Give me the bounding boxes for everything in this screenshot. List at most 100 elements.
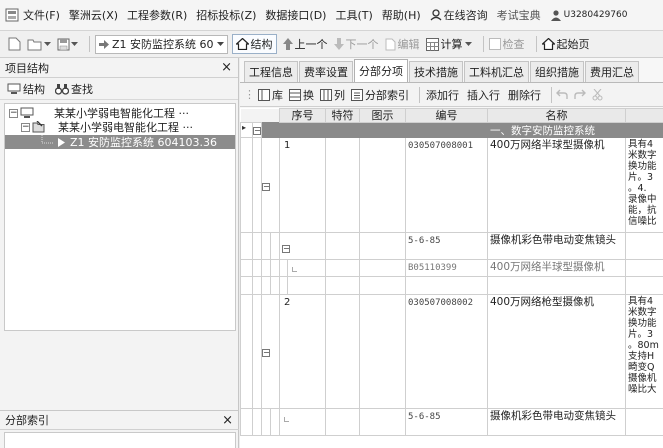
chevron-down-icon[interactable] [44, 41, 51, 47]
menu-help[interactable]: 帮助(H) [382, 7, 421, 23]
cut-icon[interactable] [592, 88, 603, 101]
row-code[interactable]: 030507008001 [405, 137, 488, 233]
section-row[interactable]: ▸ − 一、数字安防监控系统 [240, 122, 663, 138]
menu-bidding[interactable]: 招标投标(Z) [196, 7, 256, 23]
row-feature[interactable]: 具有4 米数字 换功能 片。3 。4. 录像中 能，抗 信噪比 [625, 137, 663, 233]
collapse-icon[interactable]: − [253, 127, 261, 135]
row-code[interactable]: 5-6-85 [405, 232, 488, 260]
toolbar-grip: ⋮ [244, 88, 255, 101]
swap-button[interactable]: 换 [289, 87, 314, 103]
column-header-seq[interactable]: 序号 [279, 108, 326, 123]
close-icon[interactable]: × [221, 60, 232, 75]
tab-cost-summary[interactable]: 费用汇总 [585, 61, 639, 82]
row-pointer-icon: ▸ [240, 122, 253, 138]
column-header-name[interactable]: 名称 [487, 108, 626, 123]
close-icon[interactable]: × [222, 413, 233, 428]
project-selector[interactable]: Z1 安防监控系统 60 [95, 34, 228, 54]
toolbar-divider [89, 36, 90, 52]
undo-icon[interactable] [556, 89, 568, 100]
previous-button[interactable]: 上一个 [282, 36, 328, 52]
row-name[interactable]: 摄像机彩色带电动变焦镜头 [487, 408, 626, 436]
computer-icon [7, 83, 21, 95]
collapse-icon[interactable]: − [262, 349, 270, 357]
row-code[interactable]: B05110399 [405, 259, 488, 277]
next-button[interactable]: 下一个 [333, 36, 379, 52]
menu-project-params[interactable]: 工程参数(R) [127, 7, 187, 23]
table-row[interactable]: − 5-6-85 摄像机彩色带电动变焦镜头 [240, 232, 663, 260]
table-row[interactable]: 5-6-85 摄像机彩色带电动变焦镜头 [240, 408, 663, 436]
tab-division-items[interactable]: 分部分项 [354, 59, 408, 82]
tree-node-subproject[interactable]: − 某某小学弱电智能化工程 ··· [5, 120, 235, 134]
tab-strip: 工程信息 费率设置 分部分项 技术措施 工料机汇总 组织措施 费用汇总 [240, 58, 663, 83]
collapse-icon[interactable]: − [9, 108, 18, 118]
chevron-down-icon [464, 41, 472, 47]
start-page-button[interactable]: 起始页 [541, 36, 590, 52]
tab-technical-measures[interactable]: 技术措施 [409, 61, 463, 82]
tab-organization-measures[interactable]: 组织措施 [530, 61, 584, 82]
chevron-down-icon[interactable] [71, 41, 78, 47]
row-code[interactable]: 030507008002 [405, 294, 488, 409]
open-folder-icon[interactable] [27, 38, 43, 51]
table-row[interactable]: − 1 030507008001 400万网络半球型摄像机 具有4 米数字 换功… [240, 137, 663, 233]
row-name[interactable]: 400万网络半球型摄像机 [487, 137, 626, 233]
check-button[interactable]: 检查 [488, 36, 525, 52]
tree-node-security-system[interactable]: Z1 安防监控系统 604103.36 [5, 135, 235, 149]
tree-connector-icon [292, 267, 297, 272]
library-icon [258, 88, 270, 101]
structure-button[interactable]: 结构 [231, 34, 277, 54]
menu-online-consult[interactable]: 在线咨询 [430, 7, 488, 23]
collapse-icon[interactable]: − [282, 245, 290, 253]
tree-connector-icon [39, 135, 55, 149]
grid-header-row: 序号 特符 图示 编号 名称 [240, 108, 663, 123]
edit-button[interactable]: 编辑 [385, 36, 420, 52]
toolbar-divider [419, 86, 420, 103]
tab-project-info[interactable]: 工程信息 [244, 61, 298, 82]
tab-rate-settings[interactable]: 费率设置 [299, 61, 353, 82]
tab-material-summary[interactable]: 工料机汇总 [464, 61, 529, 82]
binoculars-icon [55, 83, 69, 95]
column-header-special[interactable]: 特符 [325, 108, 360, 123]
collapse-icon[interactable]: − [21, 122, 30, 132]
column-button[interactable]: 列 [320, 87, 345, 103]
new-file-icon[interactable] [8, 37, 21, 51]
menu-cloud[interactable]: 擎洲云(X) [69, 7, 118, 23]
division-index-list [4, 432, 236, 448]
calculate-button[interactable]: 计算 [425, 36, 472, 52]
menu-file[interactable]: 文件(F) [23, 7, 60, 23]
redo-icon[interactable] [574, 89, 586, 100]
toolbar-divider [535, 36, 537, 52]
library-button[interactable]: 库 [258, 87, 283, 103]
tree-node-root[interactable]: − 某某小学弱电智能化工程 ··· [5, 106, 235, 120]
collapse-icon[interactable]: − [262, 182, 270, 191]
home-icon [235, 38, 249, 50]
structure-view-button[interactable]: 结构 [7, 81, 45, 97]
menu-exam-guide[interactable]: 考试宝典 [497, 7, 541, 23]
table-row[interactable]: B05110399 400万网络半球型摄像机 [240, 259, 663, 277]
division-index-button[interactable]: 分部索引 [351, 87, 409, 103]
check-doc-icon [488, 38, 501, 50]
edit-doc-icon [385, 38, 396, 51]
add-row-button[interactable]: 添加行 [424, 87, 459, 103]
grid-toolbar: ⋮ 库 换 列 分部索引 添加行 插入行 删除行 [240, 83, 663, 107]
row-code[interactable]: 5-6-85 [405, 408, 488, 436]
row-name[interactable]: 摄像机彩色带电动变焦镜头 [487, 232, 626, 260]
column-header-code[interactable]: 编号 [405, 108, 488, 123]
delete-row-button[interactable]: 删除行 [506, 87, 541, 103]
project-selector-value: Z1 安防监控系统 60 [112, 38, 214, 51]
column-header-diagram[interactable]: 图示 [359, 108, 406, 123]
column-header-feature[interactable] [625, 108, 663, 123]
menu-tools[interactable]: 工具(T) [335, 7, 372, 23]
save-icon[interactable] [57, 38, 70, 51]
row-feature[interactable]: 具有4 米数字 换功能 片。3 。80m 支持H 畸变Q 摄像机 噪比大 [625, 294, 663, 409]
panel-title: 项目结构 [5, 61, 49, 75]
find-button[interactable]: 查找 [55, 81, 93, 97]
section-title: 一、数字安防监控系统 [487, 122, 626, 138]
insert-row-button[interactable]: 插入行 [465, 87, 500, 103]
toolbar-divider [482, 36, 484, 52]
structure-tools: 结构 查找 [0, 78, 238, 100]
menu-user-account[interactable]: U3280429760 [550, 9, 628, 21]
row-name[interactable]: 400万网络半球型摄像机 [487, 259, 626, 277]
menu-data-interface[interactable]: 数据接口(D) [265, 7, 326, 23]
table-row[interactable]: − 2 030507008002 400万网络枪型摄像机 具有4 米数字 换功能… [240, 294, 663, 409]
row-name[interactable]: 400万网络枪型摄像机 [487, 294, 626, 409]
